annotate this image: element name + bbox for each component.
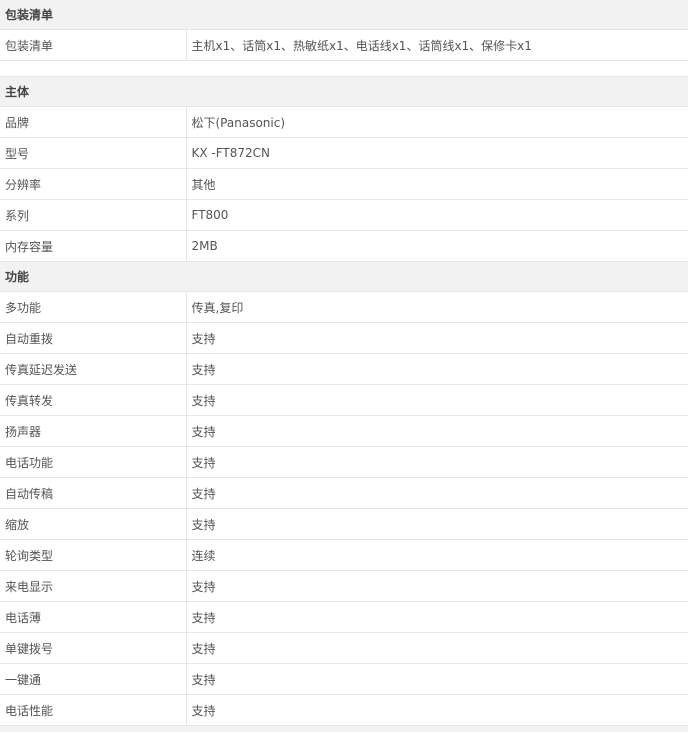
section-header-features: 功能 xyxy=(0,262,688,292)
spec-row: 一键通 支持 xyxy=(0,664,688,695)
spec-row: 品牌 松下(Panasonic) xyxy=(0,107,688,138)
spec-key: 品牌 xyxy=(0,107,186,138)
spec-row: 缩放 支持 xyxy=(0,509,688,540)
next-section-header-edge xyxy=(0,726,688,732)
spec-value: KX -FT872CN xyxy=(186,138,688,169)
spec-value: 其他 xyxy=(186,169,688,200)
spec-value: 支持 xyxy=(186,354,688,385)
spec-value: 松下(Panasonic) xyxy=(186,107,688,138)
spec-row: 内存容量 2MB xyxy=(0,231,688,262)
spec-row: 系列 FT800 xyxy=(0,200,688,231)
spec-value: 支持 xyxy=(186,633,688,664)
spec-key: 系列 xyxy=(0,200,186,231)
spec-key: 传真延迟发送 xyxy=(0,354,186,385)
spec-value: 传真,复印 xyxy=(186,292,688,323)
spec-row: 自动传稿 支持 xyxy=(0,478,688,509)
spec-value: 支持 xyxy=(186,664,688,695)
section-header-packing-list: 包装清单 xyxy=(0,0,688,30)
spec-row: 分辨率 其他 xyxy=(0,169,688,200)
spec-value: 支持 xyxy=(186,478,688,509)
spec-key: 电话薄 xyxy=(0,602,186,633)
spec-row: 多功能 传真,复印 xyxy=(0,292,688,323)
spec-row: 轮询类型 连续 xyxy=(0,540,688,571)
spec-row: 传真转发 支持 xyxy=(0,385,688,416)
spec-key: 型号 xyxy=(0,138,186,169)
spec-value: 支持 xyxy=(186,602,688,633)
spec-key: 轮询类型 xyxy=(0,540,186,571)
spec-value: 支持 xyxy=(186,323,688,354)
spec-value: 主机x1、话筒x1、热敏纸x1、电话线x1、话筒线x1、保修卡x1 xyxy=(186,30,688,61)
spec-value: 支持 xyxy=(186,571,688,602)
spec-value: 支持 xyxy=(186,509,688,540)
spec-row: 包装清单 主机x1、话筒x1、热敏纸x1、电话线x1、话筒线x1、保修卡x1 xyxy=(0,30,688,61)
spec-row: 电话性能 支持 xyxy=(0,695,688,726)
spec-key: 内存容量 xyxy=(0,231,186,262)
section-spacer xyxy=(0,61,688,77)
section-title: 功能 xyxy=(0,262,688,292)
spec-value: FT800 xyxy=(186,200,688,231)
spec-key: 电话性能 xyxy=(0,695,186,726)
spec-row: 来电显示 支持 xyxy=(0,571,688,602)
section-header-main-body: 主体 xyxy=(0,77,688,107)
spec-key: 传真转发 xyxy=(0,385,186,416)
spec-key: 多功能 xyxy=(0,292,186,323)
spec-key: 包装清单 xyxy=(0,30,186,61)
spec-row: 电话薄 支持 xyxy=(0,602,688,633)
section-title: 主体 xyxy=(0,77,688,107)
spec-key: 来电显示 xyxy=(0,571,186,602)
spec-value: 支持 xyxy=(186,447,688,478)
spec-key: 缩放 xyxy=(0,509,186,540)
spec-table: 包装清单 包装清单 主机x1、话筒x1、热敏纸x1、电话线x1、话筒线x1、保修… xyxy=(0,0,688,732)
spec-value: 2MB xyxy=(186,231,688,262)
spec-row: 电话功能 支持 xyxy=(0,447,688,478)
spec-value: 连续 xyxy=(186,540,688,571)
spec-row: 型号 KX -FT872CN xyxy=(0,138,688,169)
spec-key: 扬声器 xyxy=(0,416,186,447)
spec-value: 支持 xyxy=(186,695,688,726)
spec-value: 支持 xyxy=(186,385,688,416)
spec-row: 自动重拨 支持 xyxy=(0,323,688,354)
spec-row: 单键拨号 支持 xyxy=(0,633,688,664)
spec-row: 传真延迟发送 支持 xyxy=(0,354,688,385)
spec-key: 电话功能 xyxy=(0,447,186,478)
spec-key: 自动重拨 xyxy=(0,323,186,354)
spec-key: 一键通 xyxy=(0,664,186,695)
spec-row: 扬声器 支持 xyxy=(0,416,688,447)
spec-value: 支持 xyxy=(186,416,688,447)
spec-key: 单键拨号 xyxy=(0,633,186,664)
spec-key: 分辨率 xyxy=(0,169,186,200)
spec-key: 自动传稿 xyxy=(0,478,186,509)
section-title: 包装清单 xyxy=(0,0,688,30)
